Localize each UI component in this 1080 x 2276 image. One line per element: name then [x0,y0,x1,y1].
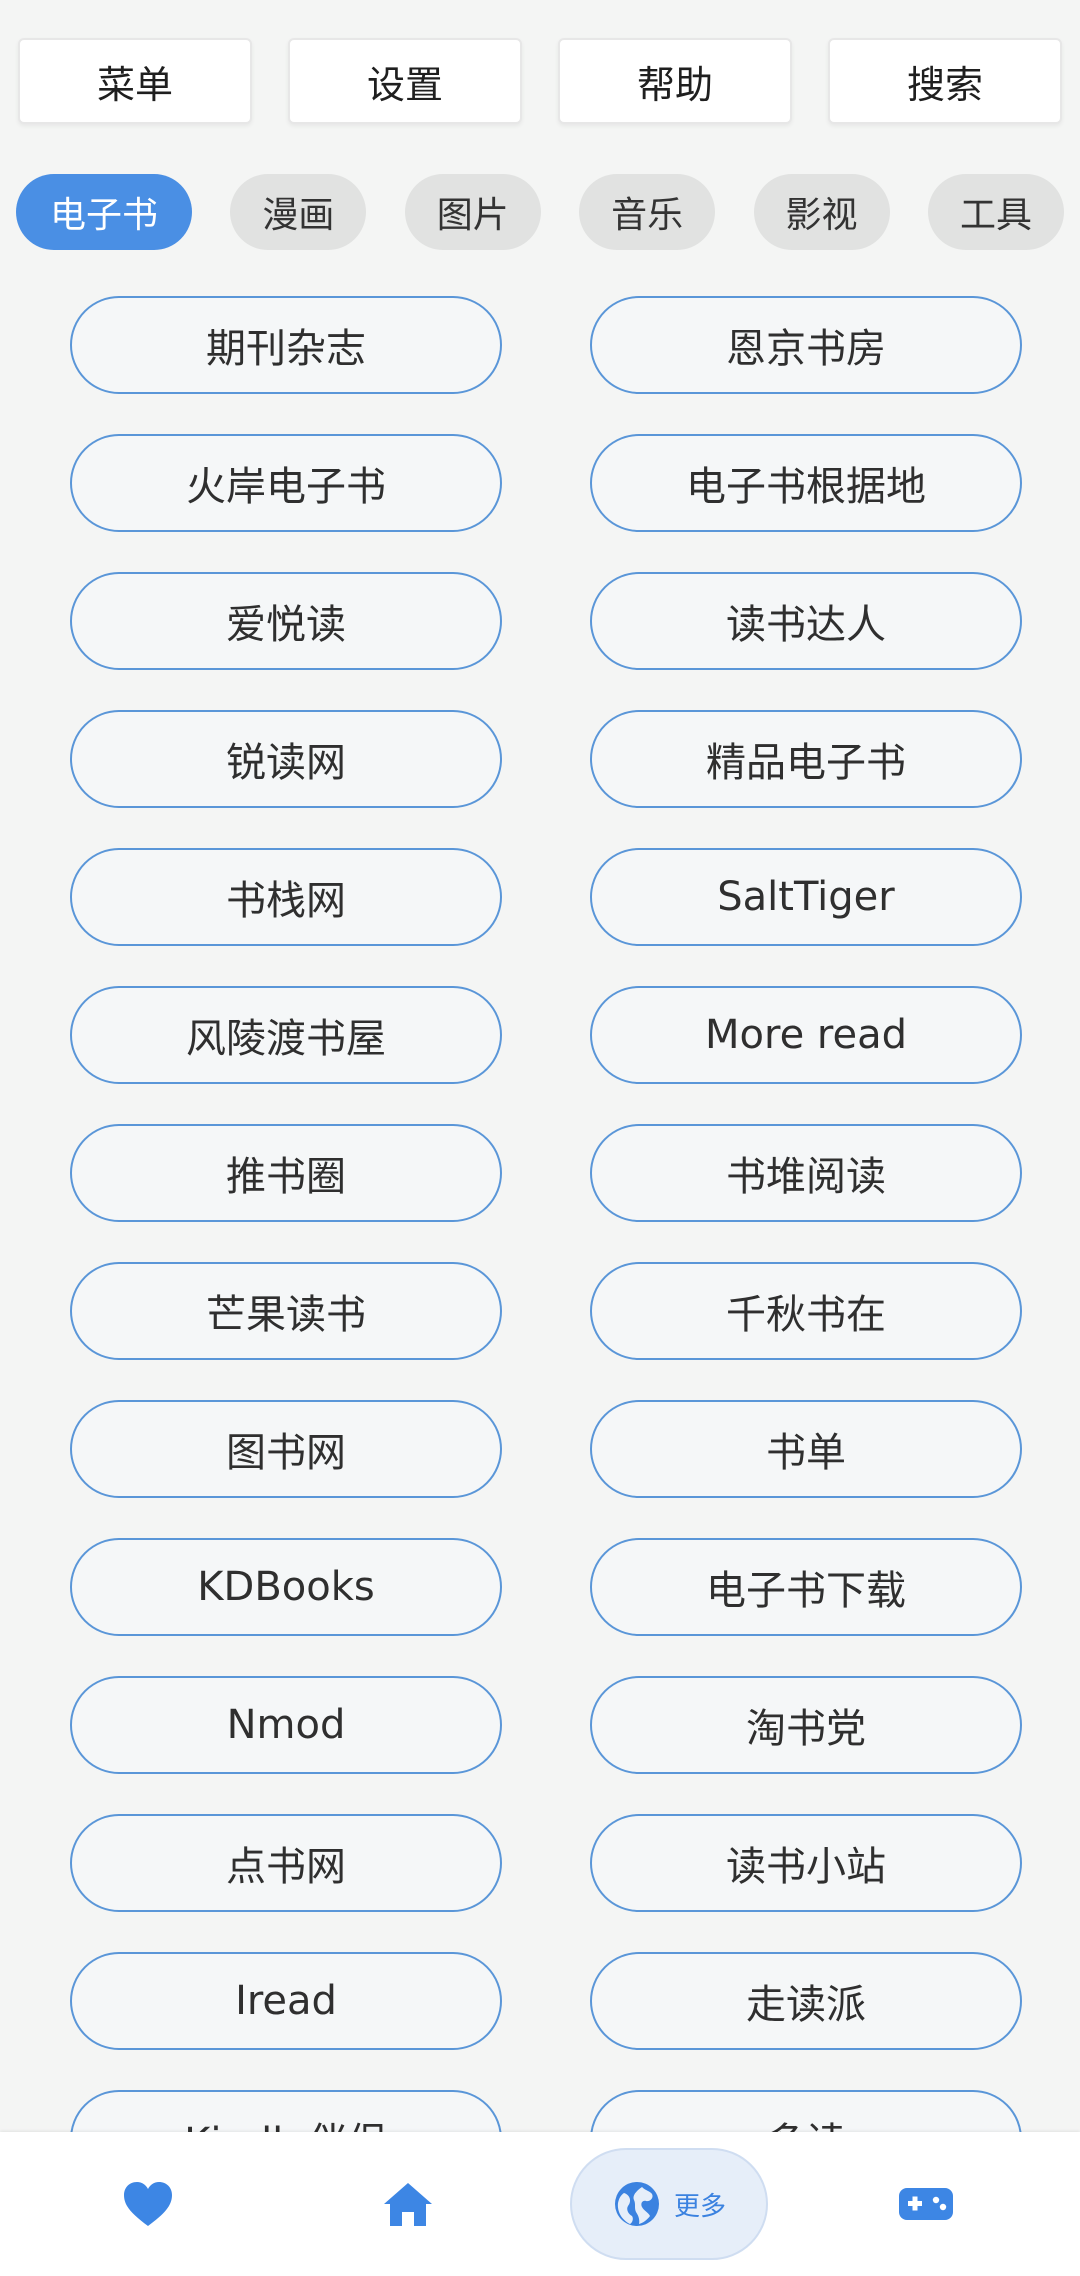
more-tab[interactable]: 更多 [570,2148,768,2260]
site-button[interactable]: More read [590,986,1022,1084]
favorites-tab[interactable] [108,2132,188,2276]
site-button[interactable]: 芒果读书 [70,1262,502,1360]
site-button[interactable]: 多读 [590,2090,1022,2132]
menu-button[interactable]: 菜单 [18,38,252,124]
top-toolbar: 菜单 设置 帮助 搜索 [18,38,1062,124]
tab-tools[interactable]: 工具 [927,174,1064,250]
site-button[interactable]: Nmod [70,1676,502,1774]
bottom-navigation: 更多 [0,2132,1080,2276]
tab-video[interactable]: 影视 [753,174,890,250]
site-button[interactable]: 走读派 [590,1952,1022,2050]
home-icon [384,2183,432,2226]
site-button[interactable]: 电子书根据地 [590,434,1022,532]
help-button[interactable]: 帮助 [558,38,792,124]
site-button[interactable]: Kindle伴侣 [70,2090,502,2132]
globe-icon [614,2182,659,2226]
site-button[interactable]: 风陵渡书屋 [70,986,502,1084]
tab-images[interactable]: 图片 [404,174,541,250]
site-button[interactable]: 精品电子书 [590,710,1022,808]
site-button[interactable]: 读书达人 [590,572,1022,670]
site-button[interactable]: 图书网 [70,1400,502,1498]
tab-comics[interactable]: 漫画 [230,174,367,250]
site-button[interactable]: 书堆阅读 [590,1124,1022,1222]
category-tabs: 电子书 漫画 图片 音乐 影视 工具 [16,174,1064,252]
site-button[interactable]: Iread [70,1952,502,2050]
gamepad-icon [899,2188,953,2220]
site-button[interactable]: KDBooks [70,1538,502,1636]
site-list: 期刊杂志 恩京书房 火岸电子书 电子书根据地 爱悦读 读书达人 锐读网 精品电子… [70,296,1022,2132]
site-button[interactable]: 淘书党 [590,1676,1022,1774]
site-button[interactable]: 推书圈 [70,1124,502,1222]
tab-ebooks[interactable]: 电子书 [16,174,192,250]
site-button[interactable]: 期刊杂志 [70,296,502,394]
search-button[interactable]: 搜索 [828,38,1062,124]
games-tab[interactable] [896,2132,956,2276]
site-button[interactable]: 电子书下载 [590,1538,1022,1636]
site-button[interactable]: 点书网 [70,1814,502,1912]
settings-button[interactable]: 设置 [288,38,522,124]
site-button[interactable]: 锐读网 [70,710,502,808]
site-button[interactable]: 书单 [590,1400,1022,1498]
site-button[interactable]: 书栈网 [70,848,502,946]
heart-icon [124,2182,172,2226]
site-button[interactable]: 千秋书在 [590,1262,1022,1360]
site-button[interactable]: 恩京书房 [590,296,1022,394]
site-button[interactable]: 读书小站 [590,1814,1022,1912]
site-button[interactable]: 爱悦读 [70,572,502,670]
site-button[interactable]: SaltTiger [590,848,1022,946]
site-button[interactable]: 火岸电子书 [70,434,502,532]
home-tab[interactable] [368,2132,448,2276]
tab-music[interactable]: 音乐 [579,174,716,250]
more-label: 更多 [673,2191,726,2222]
